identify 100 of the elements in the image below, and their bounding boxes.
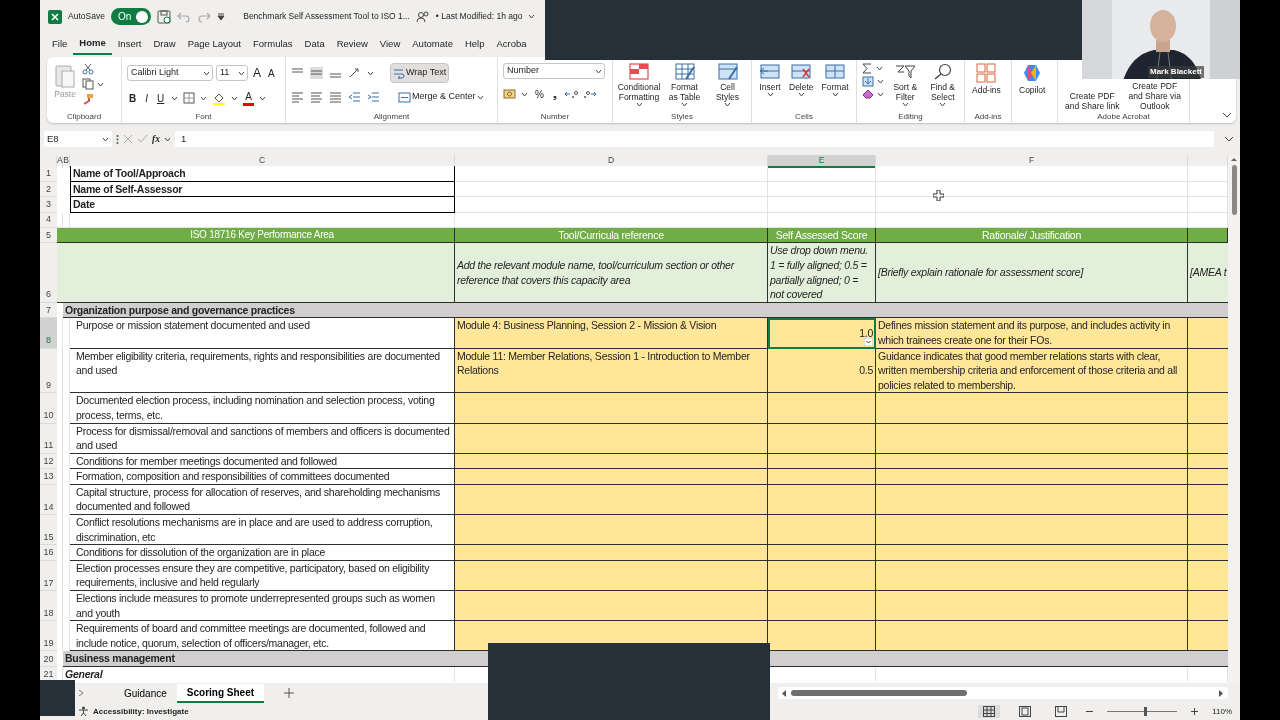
fill-down-icon[interactable] [862,76,874,87]
caret-icon[interactable] [766,92,774,97]
ribbon-tab[interactable]: Automate [406,35,459,54]
ribbon-tab[interactable]: Data [298,35,331,54]
copy-icon[interactable] [82,78,94,90]
column-header[interactable]: E [768,155,876,168]
create-pdf-share-link-button[interactable]: Create PDF and Share link [1063,91,1122,111]
row-number[interactable]: 20 [40,651,57,667]
create-pdf-outlook-button[interactable]: Create PDF and Share via Outlook [1125,81,1184,111]
column-header[interactable]: C [70,155,455,168]
add-sheet-icon[interactable] [284,688,295,698]
zoom-out-icon[interactable] [1086,708,1094,715]
caret-icon[interactable] [831,92,839,97]
scroll-right-icon[interactable] [1219,689,1224,697]
excel-logo-icon[interactable] [48,9,62,24]
caret-icon[interactable] [163,136,171,142]
caret-icon[interactable] [939,102,947,107]
row-number[interactable]: 3 [40,197,57,213]
insert-button[interactable]: Insert [757,63,783,111]
font-name-dropdown[interactable]: Calibri Light [127,65,213,81]
add-ins-button[interactable]: Add-ins [970,63,1003,111]
formula-input[interactable]: 1 [174,131,1214,147]
caret-icon[interactable] [97,81,104,87]
caret-icon[interactable] [171,95,179,101]
row-number[interactable]: 9 [40,348,57,394]
caret-icon[interactable] [521,91,528,97]
ribbon-tab[interactable]: Page Layout [181,35,247,54]
grow-font-button[interactable]: A [251,63,263,83]
next-sheet-icon[interactable] [78,689,84,697]
decrease-indent-icon[interactable] [348,91,361,103]
row-number[interactable]: 18 [40,591,57,622]
ribbon-tab[interactable]: File [46,35,74,54]
shrink-font-button[interactable]: A [266,63,277,83]
row-number[interactable]: 17 [40,560,57,592]
sort-filter-button[interactable]: Sort & Filter [889,63,922,111]
dropdown-arrow-icon[interactable] [864,337,873,346]
expand-formula-icon[interactable] [1224,135,1234,143]
ribbon-tab[interactable]: Insert [111,35,148,54]
ribbon-tab[interactable]: Acroba [490,35,533,54]
format-painter-icon[interactable] [82,93,94,105]
decrease-decimal-icon[interactable] [582,88,597,100]
customize-caret-icon[interactable] [217,12,226,21]
font-color-button[interactable]: A [243,90,254,106]
row-number[interactable]: 11 [40,423,57,454]
accessibility-status[interactable]: Accessibility: Investigate [93,705,189,718]
collapse-ribbon-icon[interactable] [1222,111,1232,119]
zoom-in-icon[interactable] [1191,708,1199,715]
bold-button[interactable]: B [127,88,139,108]
row-number[interactable]: 13 [40,469,57,485]
name-box[interactable]: E8 [44,131,112,147]
format-as-table-button[interactable]: Format as Table [666,63,703,111]
conditional-formatting-button[interactable]: Conditional Formatting [618,63,660,111]
wrap-text-button[interactable]: Wrap Text [390,63,450,83]
scrollbar-thumb[interactable] [791,690,967,696]
caret-icon[interactable] [797,92,805,97]
delete-button[interactable]: Delete [787,63,816,111]
percent-button[interactable]: % [533,84,546,104]
scroll-up-icon[interactable] [1230,157,1238,162]
column-header[interactable]: B [63,155,70,168]
caret-icon[interactable] [200,95,208,101]
coauthor-icon[interactable] [415,10,430,23]
find-select-button[interactable]: Find & Select [926,63,959,111]
row-number[interactable]: 10 [40,393,57,424]
increase-indent-icon[interactable] [367,91,380,103]
eraser-icon[interactable] [862,89,874,99]
ribbon-tab[interactable]: Draw [147,35,182,54]
scrollbar-thumb[interactable] [1231,165,1237,215]
format-button[interactable]: Format [819,63,851,111]
autosum-icon[interactable] [862,63,873,74]
page-layout-view-icon[interactable] [1019,706,1032,717]
fill-color-icon[interactable] [212,91,227,105]
ribbon-tab[interactable]: Review [330,35,374,54]
accessibility-icon[interactable] [78,706,89,717]
ribbon-tab[interactable]: View [373,35,407,54]
ribbon-tab[interactable]: Home [73,34,112,55]
row-number[interactable]: 14 [40,484,57,516]
merge-center-button[interactable]: Merge & Center [396,87,486,107]
underline-button[interactable]: U [155,88,167,108]
italic-button[interactable]: I [143,88,150,108]
font-size-dropdown[interactable]: 11 [216,65,248,81]
zoom-slider-thumb[interactable] [1143,707,1147,716]
caret-icon[interactable] [876,66,883,71]
caret-icon[interactable] [528,14,536,19]
zoom-level[interactable]: 110% [1212,705,1232,718]
ribbon-tab[interactable]: Help [458,35,491,54]
page-break-view-icon[interactable] [1055,706,1068,717]
caret-icon[interactable] [238,70,245,76]
scroll-left-icon[interactable] [782,689,787,697]
normal-view-icon[interactable] [983,706,996,717]
caret-icon[interactable] [595,68,602,74]
cut-icon[interactable] [82,63,94,75]
caret-icon[interactable] [681,102,688,107]
cell-styles-button[interactable]: Cell Styles [709,63,746,111]
row-number[interactable]: 1 [40,166,57,182]
caret-icon[interactable] [901,102,909,107]
row-number[interactable]: 15 [40,515,57,546]
caret-icon[interactable] [724,102,731,107]
increase-decimal-icon[interactable] [563,88,578,100]
copilot-button[interactable]: Copilot [1017,63,1048,111]
ribbon-tab[interactable]: Formulas [247,35,299,54]
